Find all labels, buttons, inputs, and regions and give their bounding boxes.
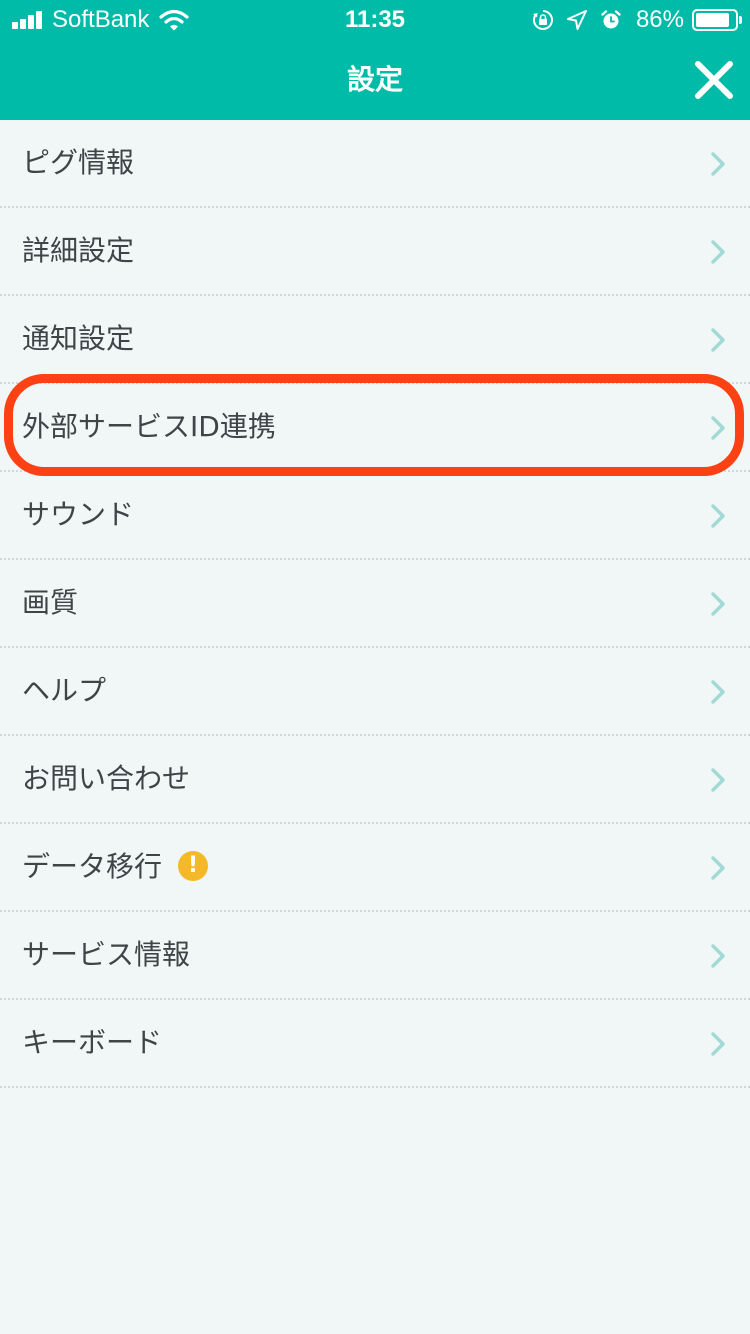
- menu-item-image-quality[interactable]: 画質: [0, 560, 750, 648]
- menu-item-help[interactable]: ヘルプ: [0, 648, 750, 736]
- chevron-right-icon: [711, 856, 725, 880]
- menu-item-label: お問い合わせ: [22, 762, 191, 795]
- menu-item-notification-settings[interactable]: 通知設定: [0, 296, 750, 384]
- menu-item-label: ヘルプ: [22, 674, 107, 707]
- chevron-right-icon: [711, 768, 725, 792]
- menu-item-label: 画質: [22, 586, 79, 619]
- menu-item-label-wrap: データ移行!: [22, 824, 209, 910]
- chevron-right-icon: [711, 680, 725, 704]
- menu-item-pig-info[interactable]: ピグ情報: [0, 120, 750, 208]
- menu-item-keyboard[interactable]: キーボード: [0, 1000, 750, 1088]
- menu-item-label: 外部サービスID連携: [22, 410, 276, 443]
- battery-percent: 86%: [635, 6, 684, 33]
- carrier-name: SoftBank: [52, 6, 150, 33]
- page-title: 設定: [346, 63, 403, 96]
- menu-item-external-service-id[interactable]: 外部サービスID連携: [0, 384, 750, 472]
- chevron-right-icon: [711, 1032, 725, 1056]
- signal-bars-icon: [12, 11, 44, 29]
- status-right: 86%: [520, 0, 742, 40]
- menu-item-label: 詳細設定: [22, 234, 135, 267]
- menu-item-service-info[interactable]: サービス情報: [0, 912, 750, 1000]
- location-arrow-icon: [566, 10, 587, 30]
- menu-item-sound[interactable]: サウンド: [0, 472, 750, 560]
- battery-icon: [692, 9, 742, 31]
- chevron-right-icon: [711, 328, 725, 352]
- chevron-right-icon: [711, 592, 725, 616]
- close-icon[interactable]: [692, 58, 736, 102]
- status-left: SoftBank: [12, 0, 190, 40]
- chevron-right-icon: [711, 944, 725, 968]
- menu-item-contact[interactable]: お問い合わせ: [0, 736, 750, 824]
- menu-item-data-transfer[interactable]: データ移行!: [0, 824, 750, 912]
- warning-icon: !: [178, 851, 209, 881]
- chevron-right-icon: [711, 416, 725, 440]
- menu-item-label: データ移行: [22, 850, 163, 883]
- orientation-lock-icon: [532, 10, 553, 30]
- battery-cap: [739, 16, 742, 24]
- menu-item-advanced-settings[interactable]: 詳細設定: [0, 208, 750, 296]
- wifi-icon: [159, 9, 190, 31]
- status-bar: SoftBank 11:35 86%: [0, 0, 750, 40]
- menu-item-label: サウンド: [22, 498, 135, 531]
- chevron-right-icon: [711, 152, 725, 176]
- battery-fill: [696, 13, 729, 27]
- chevron-right-icon: [711, 504, 725, 528]
- menu-item-label: キーボード: [22, 1026, 163, 1059]
- menu-item-label: サービス情報: [22, 938, 191, 971]
- nav-bar: 設定: [0, 40, 750, 120]
- alarm-icon: [601, 10, 621, 29]
- menu-item-label: ピグ情報: [22, 146, 135, 179]
- menu-item-label: 通知設定: [22, 322, 135, 355]
- settings-list: ピグ情報 詳細設定 通知設定 外部サービスID連携 サウンド 画質 ヘルプ お問…: [0, 120, 750, 1088]
- chevron-right-icon: [711, 240, 725, 264]
